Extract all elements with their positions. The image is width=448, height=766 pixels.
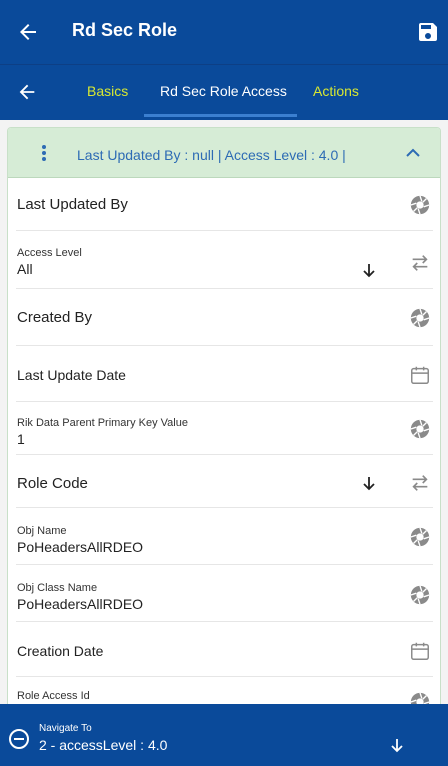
record-card: Last Updated By : null | Access Level : … xyxy=(7,127,441,727)
minus-circle-icon[interactable] xyxy=(8,728,30,750)
field-obj-class-name[interactable]: Obj Class Name PoHeadersAllRDEO xyxy=(16,565,433,622)
navigate-bar[interactable]: Navigate To 2 - accessLevel : 4.0 xyxy=(0,704,448,766)
field-label: Role Access Id xyxy=(17,690,90,702)
chevron-up-icon[interactable] xyxy=(405,145,421,161)
aperture-icon[interactable] xyxy=(409,584,431,606)
field-value[interactable]: PoHeadersAllRDEO xyxy=(17,596,143,612)
field-rik-data-parent-primary-key-value[interactable]: Rik Data Parent Primary Key Value 1 xyxy=(16,402,433,455)
arrow-down-icon[interactable] xyxy=(361,475,377,491)
save-icon[interactable] xyxy=(416,20,440,44)
field-last-update-date[interactable]: Last Update Date xyxy=(16,346,433,402)
tab-actions[interactable]: Actions xyxy=(313,83,359,99)
field-label: Creation Date xyxy=(17,643,104,659)
field-label: Last Update Date xyxy=(17,367,126,383)
active-tab-indicator xyxy=(144,114,297,117)
field-label: Access Level xyxy=(17,247,82,259)
field-created-by[interactable]: Created By xyxy=(16,289,433,346)
field-label: Rik Data Parent Primary Key Value xyxy=(17,417,188,429)
aperture-icon[interactable] xyxy=(409,526,431,548)
page-title: Rd Sec Role xyxy=(72,20,178,40)
tab-rd-sec-role-access[interactable]: Rd Sec Role Access xyxy=(160,83,287,99)
app-bar: Rd Sec Role xyxy=(0,0,448,64)
card-summary: Last Updated By : null | Access Level : … xyxy=(77,147,346,163)
swap-icon[interactable] xyxy=(409,252,431,274)
field-obj-name[interactable]: Obj Name PoHeadersAllRDEO xyxy=(16,508,433,565)
app-root: Rd Sec Role Basics Rd Sec Role Access Ac… xyxy=(0,0,448,766)
field-value[interactable]: PoHeadersAllRDEO xyxy=(17,539,143,555)
aperture-icon[interactable] xyxy=(409,194,431,216)
tab-bar: Basics Rd Sec Role Access Actions xyxy=(0,64,448,120)
field-label: Last Updated By xyxy=(17,196,128,213)
field-label: Obj Name xyxy=(17,525,67,537)
navigate-label: Navigate To xyxy=(39,723,92,734)
chevron-down-icon[interactable] xyxy=(389,737,405,753)
aperture-icon[interactable] xyxy=(409,307,431,329)
field-value[interactable]: 1 xyxy=(17,431,25,447)
field-label: Obj Class Name xyxy=(17,582,98,594)
arrow-left-icon[interactable] xyxy=(16,81,38,103)
vertical-dots-icon[interactable] xyxy=(36,144,52,162)
field-label: Role Code xyxy=(17,475,88,492)
aperture-icon[interactable] xyxy=(409,418,431,440)
field-last-updated-by[interactable]: Last Updated By xyxy=(16,178,433,231)
field-label: Created By xyxy=(17,309,93,326)
field-creation-date[interactable]: Creation Date xyxy=(16,622,433,677)
card-header[interactable]: Last Updated By : null | Access Level : … xyxy=(8,128,440,178)
tab-basics[interactable]: Basics xyxy=(87,83,128,99)
field-role-code[interactable]: Role Code xyxy=(16,455,433,508)
arrow-left-icon[interactable] xyxy=(16,20,40,44)
calendar-icon[interactable] xyxy=(409,640,431,662)
arrow-down-icon[interactable] xyxy=(361,262,377,278)
field-access-level[interactable]: Access Level All xyxy=(16,231,433,289)
access-level-value[interactable]: All xyxy=(17,261,33,277)
swap-icon[interactable] xyxy=(409,472,431,494)
calendar-icon[interactable] xyxy=(409,364,431,386)
navigate-value[interactable]: 2 - accessLevel : 4.0 xyxy=(39,737,167,753)
